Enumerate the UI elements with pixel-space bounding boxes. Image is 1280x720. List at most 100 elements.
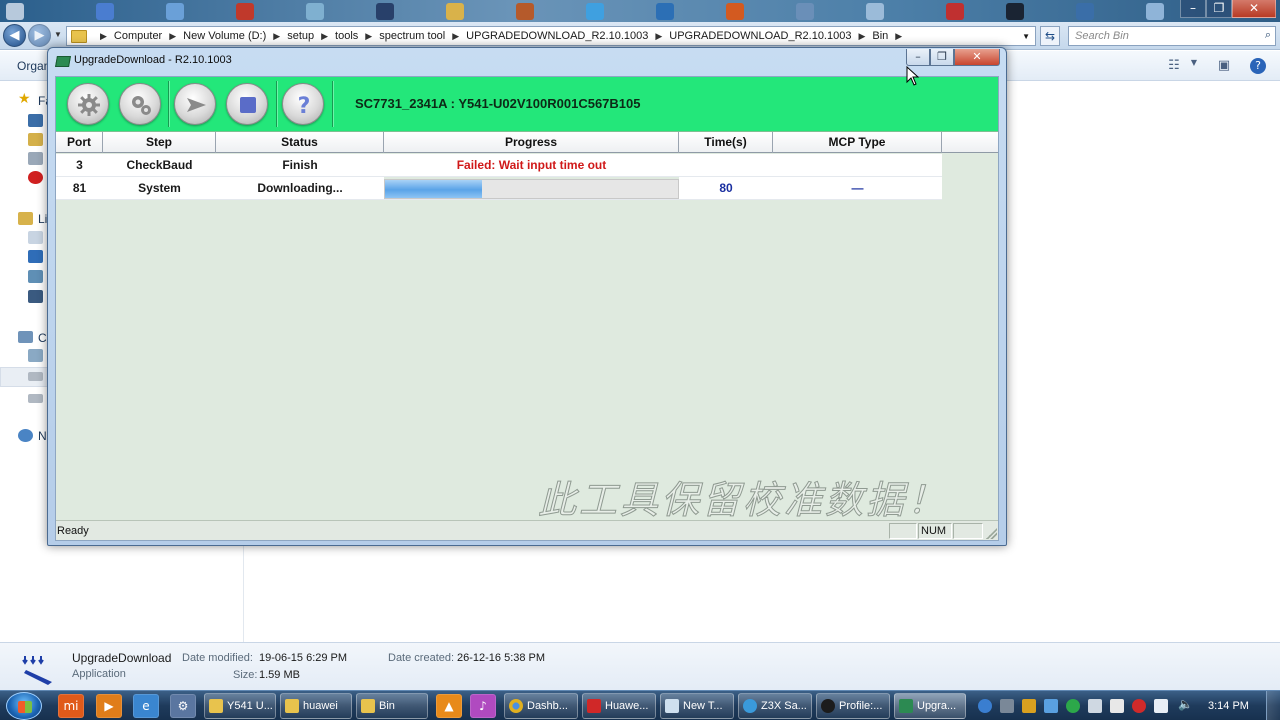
column-header-progress[interactable]: Progress <box>384 132 679 153</box>
breadcrumb-item[interactable]: Bin <box>872 30 888 42</box>
libraries-icon[interactable] <box>18 212 33 225</box>
load-packet-button[interactable] <box>119 83 161 125</box>
music-icon[interactable] <box>28 250 43 263</box>
favorites-star-icon[interactable]: ★ <box>18 91 31 107</box>
tray-app-icon[interactable] <box>1022 699 1036 713</box>
time-cell: 80 <box>679 177 773 200</box>
help-button[interactable]: ? <box>282 83 324 125</box>
taskbar-item[interactable]: huawei <box>280 693 352 719</box>
tray-app-icon[interactable] <box>1000 699 1014 713</box>
nav-item-network[interactable]: N <box>38 429 47 443</box>
resize-grip-icon[interactable] <box>986 528 997 539</box>
start-download-button[interactable] <box>174 83 216 125</box>
recent-places-icon[interactable] <box>28 152 43 165</box>
column-header-port[interactable]: Port <box>56 132 103 153</box>
tray-app-icon[interactable] <box>1088 699 1102 713</box>
taskbar-item[interactable]: Y541 U... <box>204 693 276 719</box>
drive-icon[interactable] <box>28 372 43 381</box>
itunes-icon[interactable]: ♪ <box>470 694 496 718</box>
local-disk-icon[interactable] <box>28 349 43 362</box>
taskbar-item-active[interactable]: Upgra... <box>894 693 966 719</box>
organize-menu[interactable]: Organ <box>17 59 50 73</box>
breadcrumb-item[interactable]: setup <box>287 30 314 42</box>
view-dropdown-icon[interactable]: ▼ <box>1186 58 1202 74</box>
mega-icon[interactable] <box>28 171 43 184</box>
computer-icon[interactable] <box>18 331 33 343</box>
back-button[interactable]: ◀ <box>3 24 26 47</box>
recent-pages-chevron-icon[interactable]: ▼ <box>54 30 62 39</box>
internet-explorer-icon[interactable]: e <box>133 694 159 718</box>
breadcrumb-item[interactable]: spectrum tool <box>379 30 445 42</box>
media-player-icon[interactable]: ▶ <box>96 694 122 718</box>
taskbar-item[interactable]: Profile:... <box>816 693 890 719</box>
column-header-time[interactable]: Time(s) <box>679 132 773 153</box>
tray-security-icon[interactable] <box>1066 699 1080 713</box>
videos-icon[interactable] <box>28 290 43 303</box>
breadcrumb-item[interactable]: UPGRADEDOWNLOAD_R2.10.1003 <box>466 30 648 42</box>
search-icon[interactable]: ⌕ <box>1265 28 1271 42</box>
minimize-button[interactable]: – <box>906 49 930 66</box>
taskbar-item[interactable]: Huawe... <box>582 693 656 719</box>
explorer-minimize-button[interactable]: – <box>1180 0 1206 18</box>
preview-pane-icon[interactable]: ▣ <box>1216 58 1232 74</box>
help-icon[interactable]: ? <box>1250 58 1266 74</box>
nav-item-libraries[interactable]: Li <box>38 212 47 226</box>
tray-usb-icon[interactable] <box>1110 699 1124 713</box>
desktop-icon[interactable] <box>28 114 43 127</box>
tray-network-error-icon[interactable] <box>1132 699 1146 713</box>
breadcrumb-separator-icon[interactable]: ▶ <box>100 31 107 42</box>
address-dropdown-icon[interactable]: ▼ <box>1022 32 1030 41</box>
breadcrumb-item[interactable]: Computer <box>114 30 162 42</box>
tray-action-center-icon[interactable] <box>1154 699 1168 713</box>
column-header-step[interactable]: Step <box>103 132 216 153</box>
breadcrumb-separator-icon[interactable]: ▶ <box>452 31 459 42</box>
breadcrumb-separator-icon[interactable]: ▶ <box>365 31 372 42</box>
close-button[interactable]: ✕ <box>954 49 1000 66</box>
port-grid: Port Step Status Progress Time(s) MCP Ty… <box>56 132 998 523</box>
taskbar-item[interactable]: Z3X Sa... <box>738 693 812 719</box>
taskbar-item[interactable]: Dashb... <box>504 693 578 719</box>
refresh-button[interactable]: ⇆ <box>1040 26 1060 46</box>
stop-download-button[interactable] <box>226 83 268 125</box>
show-desktop-button[interactable] <box>1266 691 1280 720</box>
tray-app-icon[interactable] <box>978 699 992 713</box>
column-header-mcp-type[interactable]: MCP Type <box>773 132 942 153</box>
column-header-status[interactable]: Status <box>216 132 384 153</box>
breadcrumb-separator-icon[interactable]: ▶ <box>895 31 902 42</box>
taskbar-item[interactable]: Bin <box>356 693 428 719</box>
pictures-icon[interactable] <box>28 270 43 283</box>
folder-icon <box>285 699 299 713</box>
drive-icon[interactable] <box>28 394 43 403</box>
breadcrumb-item[interactable]: UPGRADEDOWNLOAD_R2.10.1003 <box>669 30 851 42</box>
documents-icon[interactable] <box>28 231 43 244</box>
view-options-icon[interactable]: ☷ <box>1166 58 1182 74</box>
tool-app-icon[interactable]: ⚙ <box>170 694 196 718</box>
volume-icon[interactable]: 🔈 <box>1178 697 1193 711</box>
maximize-button[interactable]: ❐ <box>930 49 954 66</box>
breadcrumb-item[interactable]: tools <box>335 30 358 42</box>
settings-button[interactable] <box>67 83 109 125</box>
clock[interactable]: 3:14 PM <box>1208 700 1249 712</box>
tray-app-icon[interactable] <box>1044 699 1058 713</box>
breadcrumb-item[interactable]: New Volume (D:) <box>183 30 266 42</box>
breadcrumb-separator-icon[interactable]: ▶ <box>858 31 865 42</box>
address-bar[interactable]: ▶ Computer ▶ New Volume (D:) ▶ setup ▶ t… <box>66 26 1036 46</box>
breadcrumb-separator-icon[interactable]: ▶ <box>169 31 176 42</box>
mi-app-icon[interactable]: mi <box>58 694 84 718</box>
search-input[interactable]: Search Bin ⌕ <box>1068 26 1276 46</box>
breadcrumb-separator-icon[interactable]: ▶ <box>655 31 662 42</box>
explorer-maximize-button[interactable]: ❐ <box>1206 0 1232 18</box>
start-button[interactable] <box>6 692 42 720</box>
forward-button[interactable]: ▶ <box>28 24 51 47</box>
downloads-icon[interactable] <box>28 133 43 146</box>
taskbar-item[interactable]: New T... <box>660 693 734 719</box>
nav-item-computer[interactable]: C <box>38 331 47 345</box>
breadcrumb-separator-icon[interactable]: ▶ <box>321 31 328 42</box>
table-row[interactable]: 81 System Downloading... 80 — <box>56 177 998 200</box>
vlc-icon[interactable]: ▲ <box>436 694 462 718</box>
network-icon[interactable] <box>18 429 33 442</box>
explorer-close-button[interactable]: ✕ <box>1232 0 1276 18</box>
breadcrumb-separator-icon[interactable]: ▶ <box>273 31 280 42</box>
window-titlebar[interactable]: UpgradeDownload - R2.10.1003 – ❐ ✕ <box>48 48 1006 74</box>
table-row[interactable]: 3 CheckBaud Finish Failed: Wait input ti… <box>56 154 998 177</box>
